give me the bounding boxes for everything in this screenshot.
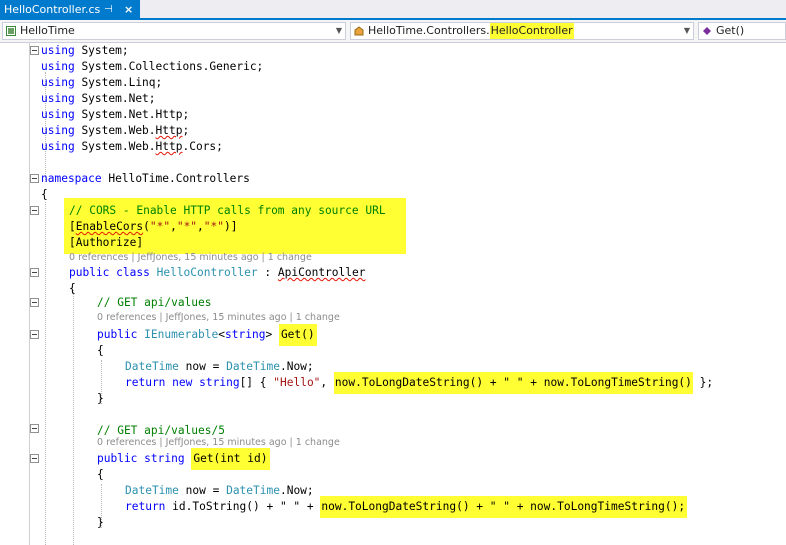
expression-highlight: now.ToLongDateString() + " " + now.ToLon… [333, 372, 693, 394]
collapse-using-icon[interactable] [30, 46, 39, 55]
get-signature-highlight: Get() [278, 324, 317, 346]
code-line: [EnableCors("*","*","*")] [69, 220, 238, 233]
indent-guide [45, 202, 46, 545]
collapse-comment-icon[interactable] [30, 206, 39, 215]
type-namespace: HelloTime.Controllers. [368, 24, 490, 37]
pin-icon[interactable]: ⊣ [104, 0, 113, 20]
collapse-comment-icon[interactable] [30, 424, 39, 433]
member-dropdown[interactable]: Get() [698, 22, 786, 40]
collapse-method-icon[interactable] [30, 454, 39, 463]
code-line: DateTime now = DateTime.Now; [125, 484, 314, 497]
code-line: using System.Net; [41, 92, 156, 105]
type-name-highlight: HelloController [489, 23, 574, 39]
document-tab-strip: HelloController.cs ⊣ × [0, 0, 786, 20]
code-line: } [97, 516, 104, 529]
code-line: using System.Collections.Generic; [41, 60, 264, 73]
chevron-down-icon[interactable]: ▼ [684, 23, 690, 39]
get-id-signature-highlight: Get(int id) [191, 448, 271, 470]
outlining-margin [29, 43, 30, 545]
codelens-get[interactable]: 0 references | JeffJones, 15 minutes ago… [97, 312, 340, 324]
code-line: // GET api/values [97, 296, 212, 309]
code-line: using System.Web.Http; [41, 124, 190, 137]
tab-hellocontroller[interactable]: HelloController.cs ⊣ × [0, 0, 140, 20]
navigation-bar: HelloTime ▼ HelloTime.Controllers.HelloC… [0, 20, 786, 43]
collapse-namespace-icon[interactable] [30, 174, 39, 183]
tab-title: HelloController.cs [4, 3, 101, 16]
code-editor[interactable]: using System; using System.Collections.G… [0, 43, 786, 545]
expression-highlight: now.ToLongDateString() + " " + now.ToLon… [320, 496, 688, 518]
csharp-project-icon [6, 26, 16, 36]
method-icon [703, 27, 711, 35]
code-line: using System.Net.Http; [41, 108, 190, 121]
code-line: public string Get(int id) [97, 448, 271, 470]
code-line: // CORS - Enable HTTP calls from any sou… [69, 204, 386, 217]
codelens-class[interactable]: 0 references | JeffJones, 15 minutes ago… [69, 252, 312, 264]
project-dropdown[interactable]: HelloTime ▼ [2, 22, 346, 40]
collapse-class-icon[interactable] [30, 268, 39, 277]
class-icon [354, 26, 364, 36]
code-line: DateTime now = DateTime.Now; [125, 360, 314, 373]
code-line: namespace HelloTime.Controllers [41, 172, 250, 185]
code-line: { [41, 188, 48, 201]
code-line: return id.ToString() + " " + now.ToLongD… [125, 496, 688, 518]
code-line: [Authorize] [69, 236, 144, 249]
collapse-comment-icon[interactable] [30, 298, 39, 307]
indent-guide [73, 290, 74, 545]
code-line: using System; [41, 44, 129, 57]
project-name: HelloTime [20, 24, 75, 37]
code-line: public class HelloController : ApiContro… [69, 266, 366, 279]
close-icon[interactable]: × [124, 0, 133, 20]
code-line: { [97, 468, 104, 481]
code-line: } [97, 392, 104, 405]
member-name: Get() [716, 24, 745, 37]
chevron-down-icon[interactable]: ▼ [336, 23, 342, 39]
type-dropdown[interactable]: HelloTime.Controllers.HelloController ▼ [350, 22, 694, 40]
code-line: { [69, 282, 76, 295]
code-line: using System.Linq; [41, 76, 163, 89]
code-line: public IEnumerable<string> Get() [97, 324, 317, 346]
code-line: return new string[] { "Hello", now.ToLon… [125, 372, 713, 394]
collapse-method-icon[interactable] [30, 330, 39, 339]
code-line: using System.Web.Http.Cors; [41, 140, 223, 153]
code-line: { [97, 344, 104, 357]
